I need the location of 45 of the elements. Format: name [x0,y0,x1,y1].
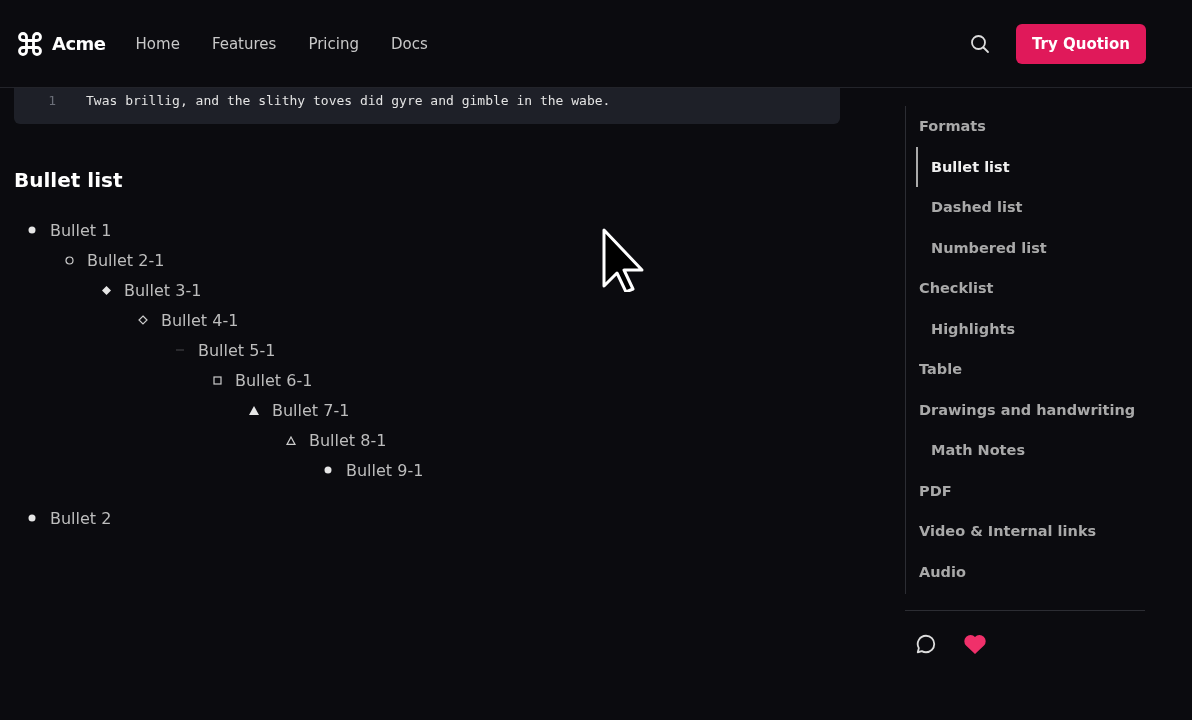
toc-link[interactable]: Dashed list [906,187,1145,228]
heart-icon[interactable] [963,633,987,655]
bullet-diamond-icon [138,315,148,325]
toc-link[interactable]: Math Notes [906,430,1145,471]
toc-link[interactable]: Table [906,349,1145,390]
bullet-text: Bullet 2 [50,508,112,528]
bullet-text: Bullet 8-1 [309,430,387,450]
bullet-diamond-icon [101,285,111,295]
mouse-pointer-icon [602,228,644,292]
line-number: 1 [47,92,57,108]
nav-link[interactable]: Docs [390,28,428,59]
command-logo-icon [16,29,44,58]
bullet-square-icon [212,375,222,385]
bullet-dot-icon [28,226,36,234]
toc-link[interactable]: Checklist [906,268,1145,309]
bullet-text: Bullet 1 [50,220,112,240]
toc-link[interactable]: Drawings and handwriting [906,389,1145,430]
code-line: Twas brillig, and the slithy toves did gyre and gimble in the wabe. [86,92,611,108]
bullet-text: Bullet 2-1 [87,250,165,270]
toc-link[interactable]: Formats [906,106,1145,147]
search-icon[interactable] [970,33,990,54]
bullet-text: Bullet 3-1 [124,280,202,300]
bullet-text: Bullet 4-1 [161,310,239,330]
toc-link[interactable]: Bullet list [916,146,1145,187]
bullet-text: Bullet 5-1 [198,340,276,360]
nav-link[interactable]: Pricing [308,28,359,59]
bullet-triangle-icon [286,435,296,445]
bullet-text: Bullet 7-1 [272,400,350,420]
toc-link[interactable]: PDF [906,470,1145,511]
bullet-dot-icon [28,514,36,522]
section-heading: Bullet list [14,168,124,192]
brand-name: Acme [52,33,106,54]
toc-link[interactable]: Highlights [906,308,1145,349]
bullet-triangle-icon [249,405,259,415]
nav-link[interactable]: Home [135,28,180,59]
toc-link[interactable]: Audio [906,551,1145,592]
bullet-text: Bullet 9-1 [346,460,424,480]
bullet-circle-icon [64,255,74,265]
toc-link[interactable]: Numbered list [906,227,1145,268]
bullet-dot-icon [324,466,332,474]
nav-link[interactable]: Features [211,28,277,59]
bullet-text: Bullet 6-1 [235,370,313,390]
toc-link[interactable]: Video & Internal links [906,511,1145,552]
try-button[interactable]: Try Quotion [1016,23,1146,64]
comment-icon[interactable] [915,633,937,655]
